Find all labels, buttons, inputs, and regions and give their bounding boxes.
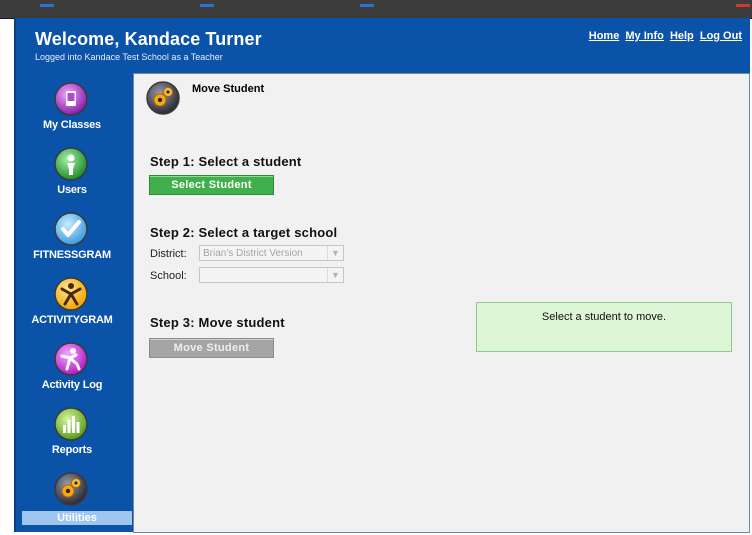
my-info-link[interactable]: My Info — [625, 30, 664, 42]
main-content: Move Student Step 1: Select a student Se… — [133, 73, 750, 533]
move-student-button[interactable]: Move Student — [149, 338, 274, 358]
header: Welcome, Kandace Turner Logged into Kand… — [16, 18, 750, 64]
activity-log-icon — [54, 342, 88, 376]
sidebar-item-my-classes[interactable]: My Classes — [16, 82, 128, 142]
utilities-icon — [146, 81, 180, 115]
school-select[interactable]: ▼ — [199, 267, 344, 283]
sidebar-item-activity-log[interactable]: Activity Log — [16, 342, 128, 402]
sidebar-item-users[interactable]: Users — [16, 147, 128, 207]
strip-mark — [736, 4, 750, 7]
log-out-link[interactable]: Log Out — [700, 30, 742, 42]
step2-heading: Step 2: Select a target school — [150, 225, 338, 240]
home-link[interactable]: Home — [589, 30, 620, 42]
strip-mark — [40, 4, 54, 7]
top-links: Home My Info Help Log Out — [586, 30, 742, 42]
sidebar-item-utilities[interactable]: Utilities — [22, 511, 132, 525]
step1-heading: Step 1: Select a student — [150, 154, 302, 169]
help-link[interactable]: Help — [670, 30, 694, 42]
sidebar-item-label: Activity Log — [41, 379, 103, 391]
step3-heading: Step 3: Move student — [150, 315, 285, 330]
reports-icon — [54, 407, 88, 441]
district-label: District: — [150, 248, 187, 260]
chevron-down-icon: ▼ — [327, 246, 343, 260]
school-label: School: — [150, 270, 187, 282]
district-select[interactable]: Brian's District Version ▼ — [199, 245, 344, 261]
fitnessgram-icon — [54, 212, 88, 246]
sidebar: My Classes Users FITNESSGRAM ACTIVITYGRA… — [16, 72, 128, 532]
sidebar-item-label: Utilities — [57, 512, 97, 524]
activitygram-icon — [54, 277, 88, 311]
app-frame: Welcome, Kandace Turner Logged into Kand… — [14, 18, 750, 533]
status-message: Select a student to move. — [476, 302, 732, 352]
sidebar-item-fitnessgram[interactable]: FITNESSGRAM — [16, 212, 128, 272]
sidebar-item-label: FITNESSGRAM — [33, 249, 111, 261]
sidebar-item-label: Users — [57, 184, 87, 196]
sidebar-item-utilities-icon-wrap[interactable] — [16, 472, 128, 512]
sidebar-item-label: ACTIVITYGRAM — [31, 314, 113, 326]
utilities-icon — [54, 472, 88, 506]
welcome-title: Welcome, Kandace Turner — [35, 29, 262, 49]
login-status: Logged into Kandace Test School as a Tea… — [35, 52, 223, 62]
district-select-value: Brian's District Version — [203, 248, 303, 259]
sidebar-item-label: My Classes — [43, 119, 101, 131]
browser-top-strip — [0, 0, 752, 19]
users-icon — [54, 147, 88, 181]
classes-icon — [54, 82, 88, 116]
page-title: Move Student — [192, 83, 265, 95]
strip-mark — [360, 4, 374, 7]
sidebar-item-activitygram[interactable]: ACTIVITYGRAM — [16, 277, 128, 337]
select-student-button[interactable]: Select Student — [149, 175, 274, 195]
sidebar-item-label: Reports — [51, 444, 93, 456]
sidebar-item-reports[interactable]: Reports — [16, 407, 128, 467]
strip-mark — [200, 4, 214, 7]
chevron-down-icon: ▼ — [327, 268, 343, 282]
